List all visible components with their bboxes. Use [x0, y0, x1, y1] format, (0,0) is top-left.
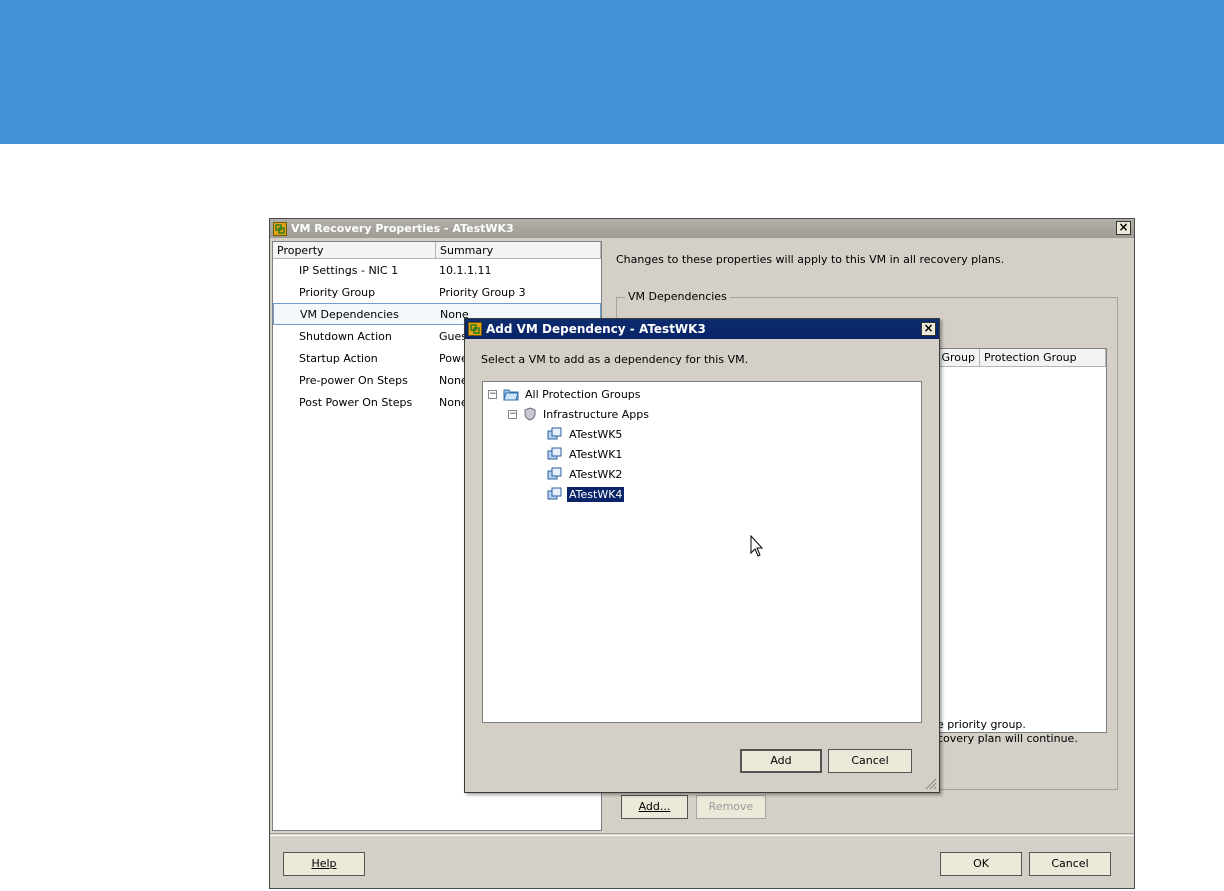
header-banner — [0, 0, 1224, 144]
dialog-add-label: Add — [770, 754, 792, 767]
property-row[interactable]: IP Settings - NIC 1 10.1.1.11 — [273, 259, 601, 281]
dialog-cancel-button[interactable]: Cancel — [828, 749, 912, 773]
shield-icon — [524, 407, 536, 421]
main-titlebar[interactable]: VM Recovery Properties - ATestWK3 × — [270, 219, 1134, 238]
column-header-property[interactable]: Property — [273, 242, 436, 258]
dialog-add-button[interactable]: Add — [740, 749, 822, 773]
tree-label-vm: ATestWK5 — [569, 427, 623, 441]
close-icon: × — [923, 321, 934, 335]
tree-label-vm: ATestWK1 — [569, 447, 623, 461]
tree-label-group: Infrastructure Apps — [543, 407, 649, 421]
tree-node-group[interactable]: − Infrastructure Apps — [508, 405, 651, 423]
vm-icon — [547, 467, 562, 480]
tree-node-vm-selected[interactable]: ATestWK4 — [547, 485, 625, 503]
tree-label-vm: ATestWK2 — [569, 467, 623, 481]
property-name: Post Power On Steps — [299, 395, 413, 409]
vmware-app-icon — [468, 322, 482, 336]
property-name: Pre-power On Steps — [299, 373, 408, 387]
main-window-title: VM Recovery Properties - ATestWK3 — [291, 222, 514, 235]
vm-dependencies-legend: VM Dependencies — [625, 290, 730, 303]
property-row[interactable]: Priority Group Priority Group 3 — [273, 281, 601, 303]
tree-label-root: All Protection Groups — [525, 387, 641, 401]
tree-node-vm[interactable]: ATestWK5 — [547, 425, 624, 443]
vm-tree[interactable]: − All Protection Groups − Infrastructure… — [482, 381, 922, 723]
info-text: Changes to these properties will apply t… — [616, 253, 1005, 266]
dialog-close-button[interactable]: × — [921, 322, 936, 336]
remove-dependency-label: Remove — [708, 800, 754, 813]
help-label: Help — [311, 857, 337, 870]
tree-node-vm[interactable]: ATestWK2 — [547, 465, 624, 483]
tree-label-vm: ATestWK4 — [567, 486, 625, 502]
property-summary: 10.1.1.11 — [439, 263, 492, 277]
dependency-note-line1: e priority group. — [937, 718, 1026, 731]
cancel-button[interactable]: Cancel — [1029, 852, 1111, 876]
dependency-list-header: Group Protection Group — [928, 349, 1106, 367]
folder-icon — [503, 389, 519, 401]
property-name: VM Dependencies — [300, 307, 399, 321]
column-header-protection-group[interactable]: Protection Group — [980, 349, 1106, 366]
cancel-label: Cancel — [1051, 857, 1089, 870]
vm-icon — [547, 447, 562, 460]
close-icon: × — [1118, 220, 1129, 234]
help-button[interactable]: Help — [283, 852, 365, 876]
property-list-header: Property Summary — [273, 242, 601, 259]
tree-node-root[interactable]: − All Protection Groups — [488, 385, 643, 403]
vmware-app-icon — [273, 221, 287, 236]
ok-label: OK — [973, 857, 989, 870]
tree-node-vm[interactable]: ATestWK1 — [547, 445, 624, 463]
dependency-list[interactable]: Group Protection Group — [927, 348, 1107, 733]
add-dependency-label: Add... — [638, 800, 671, 813]
remove-dependency-button[interactable]: Remove — [696, 795, 766, 819]
column-header-summary[interactable]: Summary — [436, 242, 601, 258]
resize-grip-icon[interactable] — [925, 778, 937, 790]
dialog-titlebar[interactable]: Add VM Dependency - ATestWK3 × — [465, 319, 939, 339]
dialog-instruction: Select a VM to add as a dependency for t… — [481, 353, 749, 366]
property-name: Priority Group — [299, 285, 376, 299]
footer-divider — [270, 833, 1134, 834]
collapse-icon[interactable]: − — [488, 389, 497, 399]
add-dependency-button[interactable]: Add... — [621, 795, 688, 819]
main-close-button[interactable]: × — [1116, 221, 1131, 235]
collapse-icon[interactable]: − — [508, 409, 517, 419]
mouse-cursor-icon — [750, 535, 764, 557]
add-vm-dependency-dialog: Add VM Dependency - ATestWK3 × Select a … — [464, 318, 940, 793]
footer-divider-highlight — [270, 835, 1134, 836]
property-summary: Priority Group 3 — [439, 285, 526, 299]
property-name: Startup Action — [299, 351, 378, 365]
dependency-note-line2: covery plan will continue. — [937, 732, 1078, 745]
vm-icon — [547, 427, 562, 440]
dialog-title: Add VM Dependency - ATestWK3 — [486, 322, 706, 336]
vm-icon — [547, 487, 562, 500]
property-name: IP Settings - NIC 1 — [299, 263, 399, 277]
ok-button[interactable]: OK — [940, 852, 1022, 876]
property-name: Shutdown Action — [299, 329, 392, 343]
dialog-cancel-label: Cancel — [851, 754, 889, 767]
